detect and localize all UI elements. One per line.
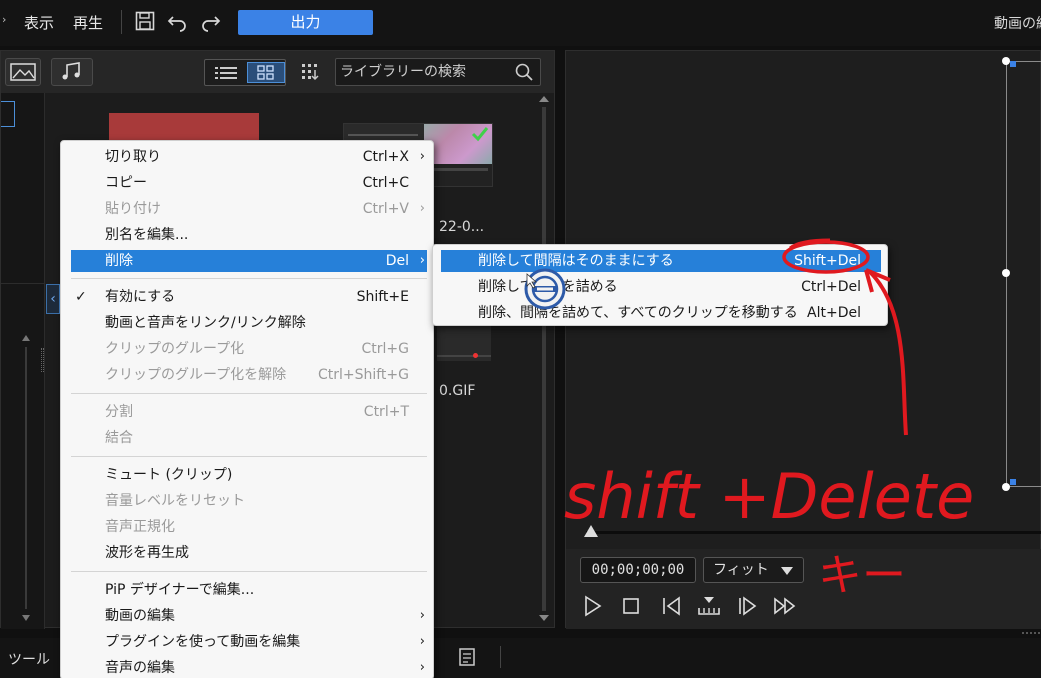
strip-scrollbar[interactable] — [19, 333, 33, 623]
previous-frame-icon[interactable] — [658, 594, 684, 618]
menubar: › 表示 再生 出力 動画の編 — [0, 0, 1041, 46]
corner-marker — [1010, 479, 1016, 485]
menu-item-enable[interactable]: ✓ 有効にする Shift+E — [71, 286, 427, 308]
menu-separator — [71, 393, 427, 394]
chevron-right-icon: › — [419, 149, 425, 164]
preview-seekbar[interactable] — [586, 531, 1041, 534]
clip-label: 0.GIF — [439, 383, 476, 399]
undo-icon[interactable] — [166, 10, 188, 32]
menu-item-link-av[interactable]: 動画と音声をリンク/リンク解除 — [71, 312, 427, 334]
menu-item-mute-clip[interactable]: ミュート (クリップ) — [71, 464, 427, 486]
menu-item-edit-video[interactable]: 動画の編集 › — [71, 605, 427, 627]
caption-icon[interactable] — [456, 646, 478, 668]
image-filter-button[interactable] — [5, 58, 41, 86]
stop-icon[interactable] — [618, 594, 644, 618]
chevron-right-icon: › — [419, 201, 425, 216]
library-search — [335, 58, 541, 86]
menu-item-paste[interactable]: 貼り付け Ctrl+V › — [71, 198, 427, 220]
chevron-down-icon — [781, 567, 793, 575]
chevron-right-icon: › — [419, 660, 425, 675]
menu-item-regenerate-waveform[interactable]: 波形を再生成 — [71, 542, 427, 564]
strip-resize-grip[interactable] — [41, 348, 44, 372]
window-title: 動画の編 — [994, 16, 1041, 32]
zoom-fit-select[interactable]: フィット — [703, 557, 804, 583]
checkmark-icon: ✓ — [75, 289, 87, 305]
menubar-edge-glyph: › — [2, 13, 7, 26]
menu-item-join[interactable]: 結合 — [71, 427, 427, 449]
clip-thumbnail-gif[interactable] — [437, 321, 491, 361]
zoom-fit-value: フィット — [713, 562, 769, 578]
submenu-delete-close-gap[interactable]: 削除して間隔を詰める Ctrl+Del — [441, 276, 881, 298]
output-button[interactable]: 出力 — [238, 10, 373, 35]
menu-item-rename[interactable]: 別名を編集... — [71, 224, 427, 246]
sort-icon[interactable] — [299, 61, 321, 83]
collapse-arrow-icon[interactable]: ‹ — [46, 284, 60, 314]
menu-item-edit-audio[interactable]: 音声の編集 › — [71, 657, 427, 678]
chevron-right-icon: › — [419, 634, 425, 649]
menu-item-delete[interactable]: 削除 Del › — [71, 250, 427, 272]
library-search-input[interactable] — [340, 62, 510, 82]
menu-item-reset-volume[interactable]: 音量レベルをリセット — [71, 490, 427, 512]
menu-play[interactable]: 再生 — [73, 12, 103, 33]
library-room-strip — [1, 93, 45, 629]
delete-submenu: 削除して間隔はそのままにする Shift+Del 削除して間隔を詰める Ctrl… — [432, 244, 888, 326]
image-icon — [10, 63, 36, 81]
toolbar-divider — [500, 646, 501, 668]
preview-canvas-frame — [1006, 61, 1041, 487]
menu-separator — [71, 278, 427, 279]
chevron-right-icon: › — [419, 608, 425, 623]
music-note-icon — [62, 62, 80, 80]
play-icon[interactable] — [580, 594, 606, 618]
menubar-divider — [121, 10, 122, 34]
list-view-button[interactable] — [207, 62, 245, 83]
menu-item-group-clips[interactable]: クリップのグループ化 Ctrl+G — [71, 338, 427, 360]
menu-item-cut[interactable]: 切り取り Ctrl+X › — [71, 146, 427, 168]
next-frame-icon[interactable] — [734, 594, 760, 618]
clip-context-menu: 切り取り Ctrl+X › コピー Ctrl+C 貼り付け Ctrl+V › 別… — [60, 140, 434, 678]
seekbar-handle[interactable] — [584, 525, 598, 537]
snapshot-icon[interactable] — [696, 594, 722, 618]
fast-forward-icon[interactable] — [772, 594, 798, 618]
view-mode-toggle — [204, 59, 286, 86]
preview-panel: 00;00;00;00 フィット — [565, 50, 1041, 629]
library-scrollbar[interactable] — [536, 93, 552, 625]
menu-separator — [71, 456, 427, 457]
music-filter-button[interactable] — [51, 58, 93, 86]
menu-item-pip-designer[interactable]: PiP デザイナーで編集... — [71, 579, 427, 601]
menu-item-edit-with-plugin[interactable]: プラグインを使って動画を編集 › — [71, 631, 427, 653]
menu-item-copy[interactable]: コピー Ctrl+C — [71, 172, 427, 194]
menu-view[interactable]: 表示 — [24, 12, 54, 33]
menu-item-normalize-audio[interactable]: 音声正規化 — [71, 516, 427, 538]
resize-handle[interactable] — [1002, 269, 1010, 277]
timecode-display[interactable]: 00;00;00;00 — [580, 557, 696, 583]
save-icon[interactable] — [134, 10, 156, 32]
menu-item-ungroup-clips[interactable]: クリップのグループ化を解除 Ctrl+Shift+G — [71, 364, 427, 386]
chevron-right-icon: › — [419, 253, 425, 268]
redo-icon[interactable] — [200, 10, 222, 32]
resize-handle[interactable] — [1002, 483, 1010, 491]
panel-resize-grip[interactable] — [1022, 632, 1040, 635]
library-toolbar — [1, 51, 554, 93]
resize-handle[interactable] — [1002, 57, 1010, 65]
grid-view-icon — [257, 65, 274, 80]
search-icon[interactable] — [514, 62, 534, 82]
submenu-delete-keep-gap[interactable]: 削除して間隔はそのままにする Shift+Del — [441, 250, 881, 272]
submenu-delete-ripple-all[interactable]: 削除、間隔を詰めて、すべてのクリップを移動する Alt+Del — [441, 302, 881, 324]
strip-divider — [1, 283, 45, 284]
grid-view-button[interactable] — [247, 62, 285, 83]
corner-marker — [1010, 61, 1016, 67]
clip-thumbnail-red[interactable] — [109, 113, 259, 143]
menu-separator — [71, 571, 427, 572]
menu-item-split[interactable]: 分割 Ctrl+T — [71, 401, 427, 423]
clip-label: 22-0... — [439, 219, 485, 235]
tools-menu[interactable]: ツール — [8, 649, 50, 669]
room-tab-selected[interactable] — [1, 101, 15, 127]
checkmark-icon — [471, 127, 489, 142]
cursor-logo-icon — [524, 268, 566, 310]
list-view-icon — [215, 67, 237, 79]
